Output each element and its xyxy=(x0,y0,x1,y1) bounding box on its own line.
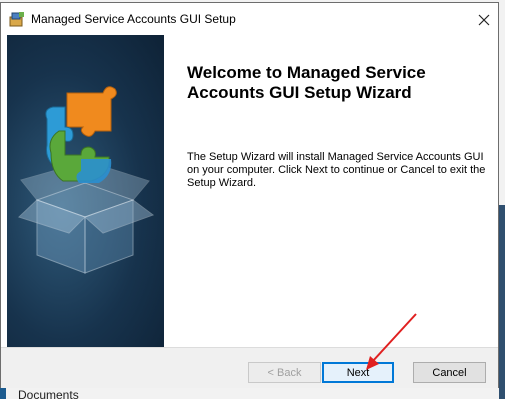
puzzle-box-illustration xyxy=(18,86,155,274)
window-title: Managed Service Accounts GUI Setup xyxy=(31,12,236,26)
wizard-heading: Welcome to Managed Service Accounts GUI … xyxy=(187,63,426,102)
close-button[interactable] xyxy=(473,11,495,29)
wizard-description: The Setup Wizard will install Managed Se… xyxy=(187,151,486,189)
wizard-banner-image xyxy=(7,35,164,347)
installer-icon xyxy=(9,11,25,27)
close-icon[interactable] xyxy=(478,14,490,26)
background-window-right-edge xyxy=(499,205,505,399)
cancel-button[interactable]: Cancel xyxy=(413,362,486,383)
wizard-footer: < Back Next Cancel xyxy=(1,347,498,388)
next-button[interactable]: Next xyxy=(322,362,394,383)
title-bar[interactable]: Managed Service Accounts GUI Setup xyxy=(1,3,498,33)
setup-wizard-window: Managed Service Accounts GUI Setup Welco… xyxy=(0,2,499,388)
back-button[interactable]: < Back xyxy=(248,362,321,383)
background-documents-label[interactable]: Documents xyxy=(18,388,79,402)
